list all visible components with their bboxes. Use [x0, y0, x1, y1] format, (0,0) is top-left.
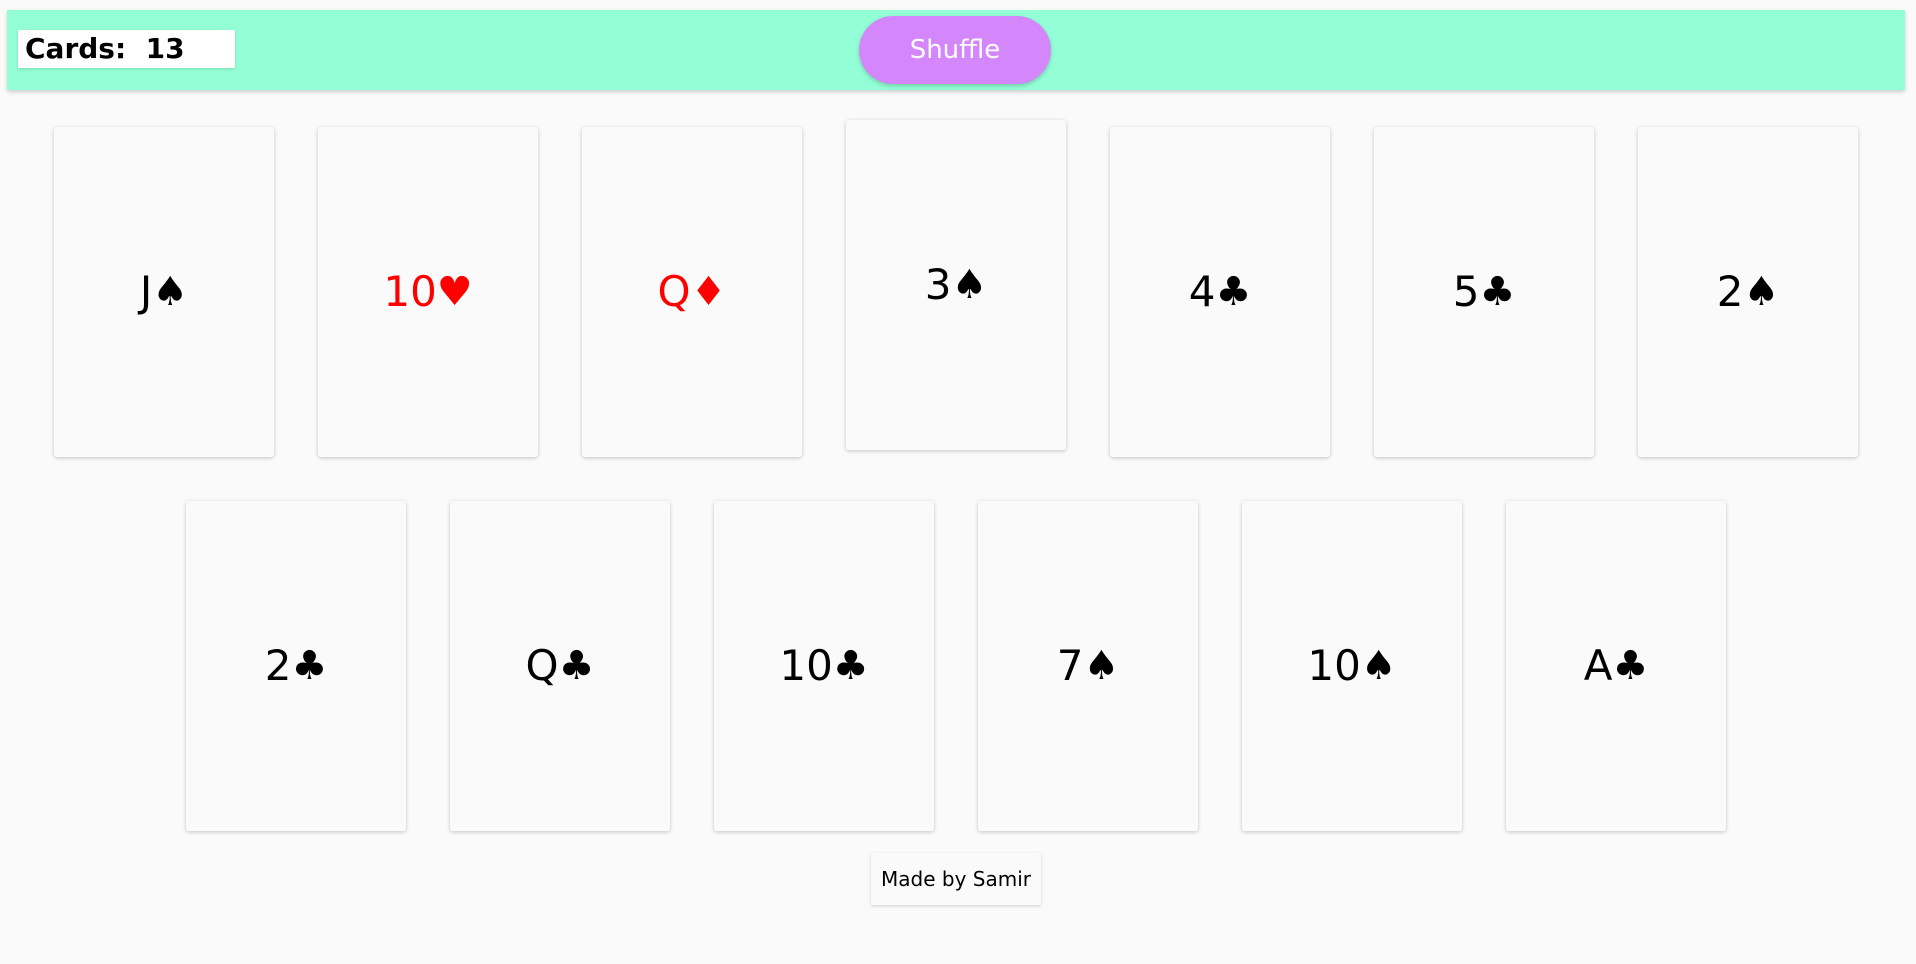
card-face: A ♣ — [1584, 645, 1649, 687]
card-count-label: Cards: — [25, 32, 127, 65]
club-suit-icon: ♣ — [558, 643, 595, 689]
diamond-suit-icon: ♦ — [690, 269, 727, 315]
card-face: Q ♦ — [658, 271, 727, 313]
card-rank: 7 — [1056, 641, 1084, 690]
card-face: 4 ♣ — [1189, 271, 1252, 313]
card-rank: 4 — [1188, 267, 1216, 316]
card-10-of-spades[interactable]: 10 ♠ — [1242, 501, 1462, 831]
card-q-of-clubs[interactable]: Q ♣ — [450, 501, 670, 831]
card-counter: Cards: 13 — [18, 30, 235, 68]
spade-suit-icon: ♠ — [152, 269, 189, 315]
club-suit-icon: ♣ — [291, 643, 328, 689]
spade-suit-icon: ♠ — [951, 262, 988, 308]
card-face: 10 ♠ — [1307, 645, 1396, 687]
club-suit-icon: ♣ — [1215, 269, 1252, 315]
card-rank: A — [1583, 641, 1613, 690]
spade-suit-icon: ♠ — [1083, 643, 1120, 689]
card-face: Q ♣ — [526, 645, 595, 687]
card-face: 3 ♠ — [925, 264, 988, 306]
top-bar: Cards: 13 Shuffle — [7, 10, 1905, 90]
spade-suit-icon: ♠ — [1360, 643, 1397, 689]
card-5-of-clubs[interactable]: 5 ♣ — [1374, 127, 1594, 457]
card-4-of-clubs[interactable]: 4 ♣ — [1110, 127, 1330, 457]
card-2-of-clubs[interactable]: 2 ♣ — [186, 501, 406, 831]
card-3-of-spades[interactable]: 3 ♠ — [846, 120, 1066, 450]
card-10-of-clubs[interactable]: 10 ♣ — [714, 501, 934, 831]
card-q-of-diamonds[interactable]: Q ♦ — [582, 127, 802, 457]
card-face: 2 ♠ — [1717, 271, 1780, 313]
card-face: 10 ♣ — [779, 645, 868, 687]
club-suit-icon: ♣ — [1612, 643, 1649, 689]
club-suit-icon: ♣ — [832, 643, 869, 689]
heart-suit-icon: ♥ — [436, 269, 473, 315]
card-face: 10 ♥ — [383, 271, 472, 313]
card-rank: 2 — [264, 641, 292, 690]
card-rank: 2 — [1716, 267, 1744, 316]
card-rank: 10 — [383, 267, 437, 316]
card-rank: Q — [657, 267, 691, 316]
card-rank: 3 — [924, 260, 952, 309]
card-rank: 10 — [779, 641, 833, 690]
club-suit-icon: ♣ — [1479, 269, 1516, 315]
card-rank: Q — [525, 641, 559, 690]
card-face: J ♠ — [140, 271, 188, 313]
card-rank: 5 — [1452, 267, 1480, 316]
shuffle-button[interactable]: Shuffle — [859, 16, 1051, 84]
card-10-of-hearts[interactable]: 10 ♥ — [318, 127, 538, 457]
card-count-value: 13 — [145, 32, 185, 65]
card-2-of-spades[interactable]: 2 ♠ — [1638, 127, 1858, 457]
spade-suit-icon: ♠ — [1743, 269, 1780, 315]
card-j-of-spades[interactable]: J ♠ — [54, 127, 274, 457]
card-7-of-spades[interactable]: 7 ♠ — [978, 501, 1198, 831]
card-rank: J — [139, 267, 153, 316]
card-a-of-clubs[interactable]: A ♣ — [1506, 501, 1726, 831]
card-face: 2 ♣ — [265, 645, 328, 687]
card-face: 7 ♠ — [1057, 645, 1120, 687]
card-rank: 10 — [1307, 641, 1361, 690]
card-face: 5 ♣ — [1453, 271, 1516, 313]
footer-credit: Made by Samir — [871, 853, 1041, 905]
